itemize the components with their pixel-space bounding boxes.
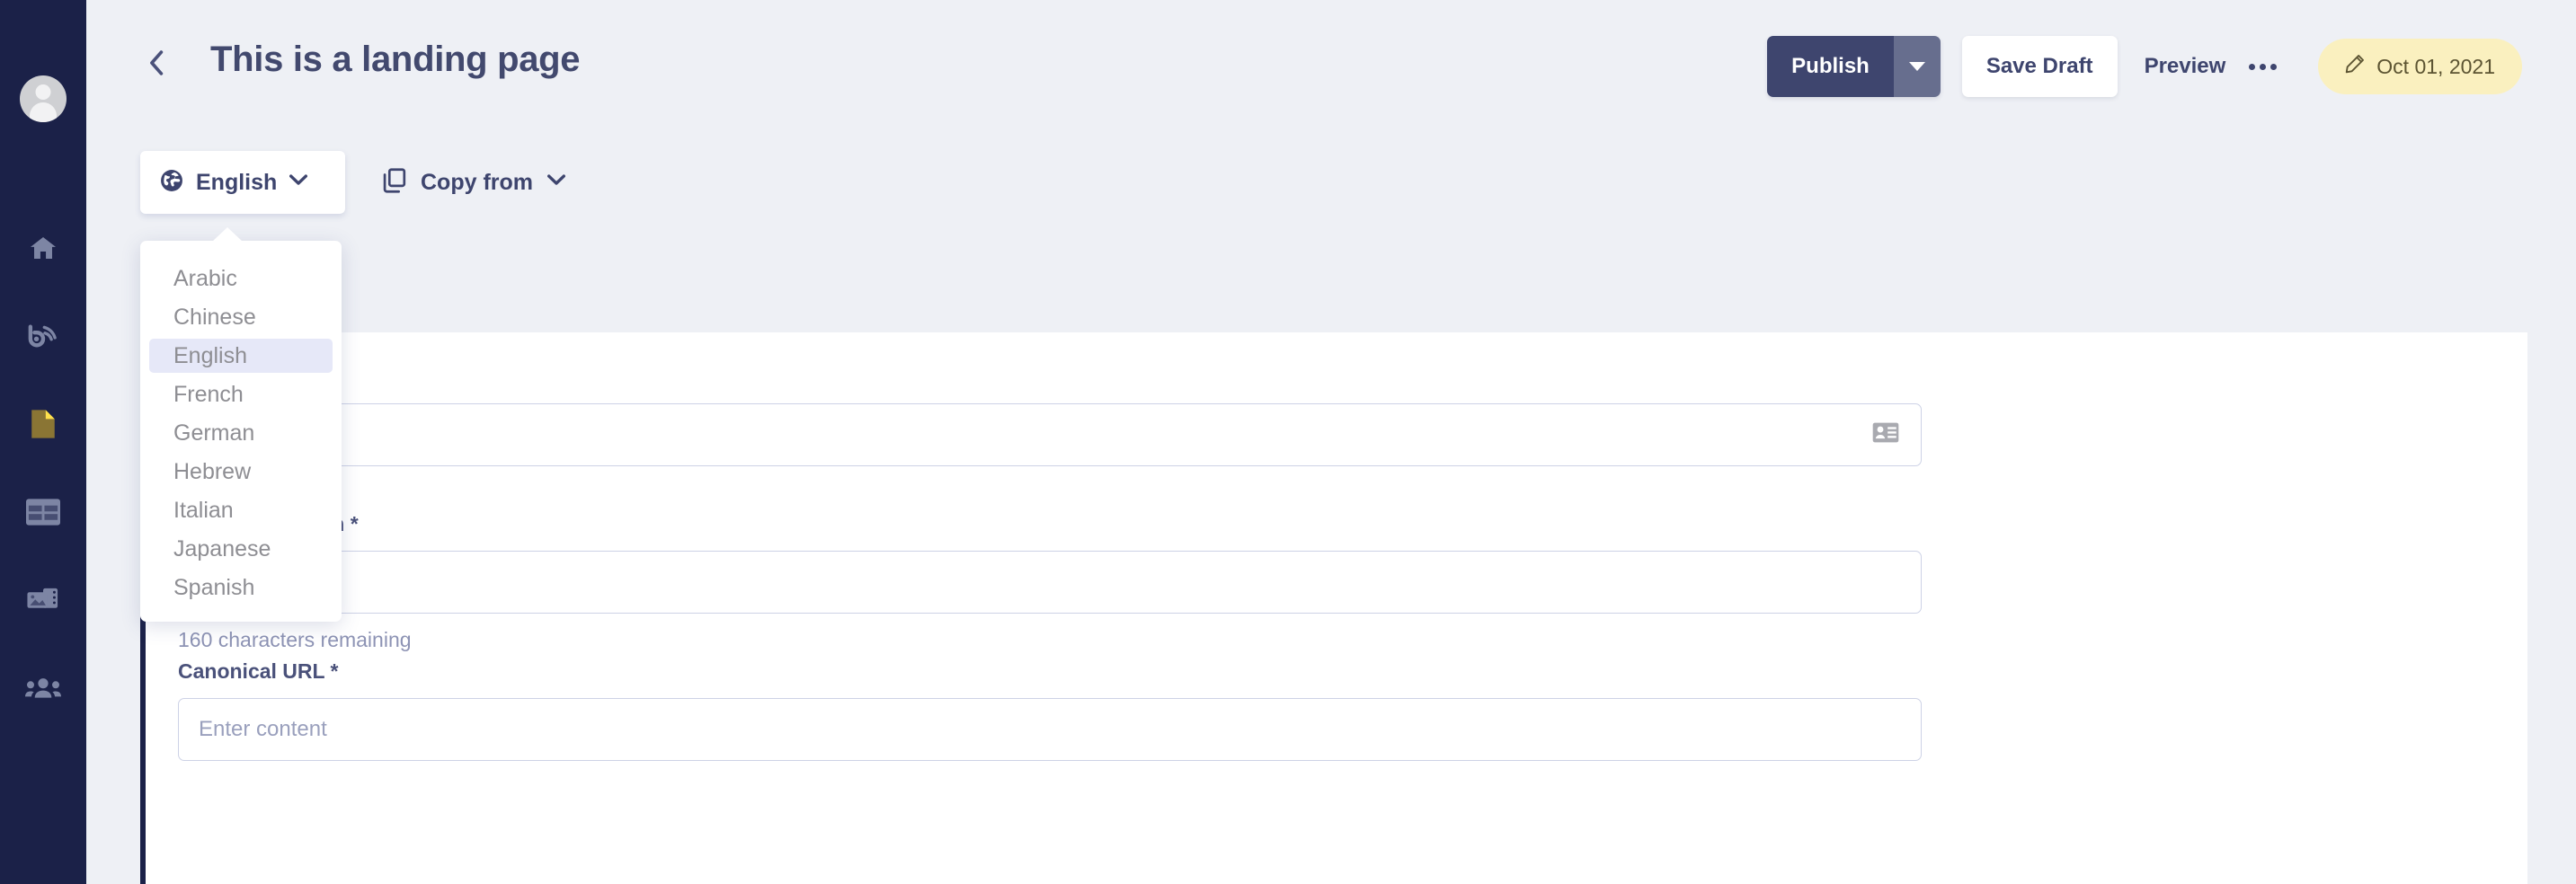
- language-option-german[interactable]: German: [149, 416, 333, 450]
- language-option-japanese[interactable]: Japanese: [149, 532, 333, 566]
- globe-icon: [160, 169, 183, 197]
- publish-date-label: Oct 01, 2021: [2376, 55, 2495, 79]
- sidebar-nav: [20, 228, 67, 708]
- canonical-url-input[interactable]: Enter content: [178, 698, 1922, 761]
- chevron-down-icon: [1909, 62, 1925, 71]
- meta-description-input[interactable]: Enter content: [178, 551, 1922, 614]
- language-option-chinese[interactable]: Chinese: [149, 300, 333, 334]
- sidebar-item-contacts[interactable]: [20, 668, 67, 708]
- copy-from-label: Copy from: [421, 170, 533, 196]
- publish-date-badge[interactable]: Oct 01, 2021: [2318, 39, 2522, 94]
- input-placeholder: Enter content: [199, 717, 327, 742]
- more-options-button[interactable]: [2249, 36, 2277, 97]
- users-group-icon: [25, 676, 61, 700]
- sidebar-item-blog[interactable]: [20, 316, 67, 356]
- language-dropdown-menu: Arabic Chinese English French German Heb…: [140, 241, 342, 622]
- app-root: This is a landing page Publish Save Draf…: [0, 0, 2576, 884]
- chevron-down-icon: [289, 174, 307, 190]
- page-document-icon: [29, 409, 58, 439]
- sidebar-item-tables[interactable]: [20, 492, 67, 532]
- chevron-down-icon: [547, 174, 565, 190]
- language-option-spanish[interactable]: Spanish: [149, 570, 333, 605]
- seo-settings-card: Page Title * Enter content Meta Descript…: [140, 332, 2527, 884]
- form-field-meta-description: Meta Description * Enter content 160 cha…: [178, 512, 1922, 652]
- page-title-input[interactable]: Enter content: [178, 403, 1922, 466]
- personalization-token-icon[interactable]: [1872, 422, 1899, 448]
- pencil-icon: [2345, 54, 2365, 79]
- sidebar: [0, 0, 86, 884]
- sidebar-item-home[interactable]: [20, 228, 67, 268]
- preview-button[interactable]: Preview: [2145, 54, 2226, 79]
- language-option-italian[interactable]: Italian: [149, 493, 333, 527]
- publish-button[interactable]: Publish: [1767, 36, 1894, 97]
- page-title: This is a landing page: [210, 40, 580, 80]
- home-icon: [28, 234, 58, 262]
- table-icon: [26, 499, 60, 526]
- copy-icon: [383, 168, 406, 198]
- page-header: This is a landing page Publish Save Draf…: [86, 0, 2576, 157]
- copy-from-button[interactable]: Copy from: [367, 151, 582, 214]
- publish-button-group[interactable]: Publish: [1767, 36, 1941, 97]
- language-option-english[interactable]: English: [149, 339, 333, 373]
- dot-icon: [2249, 64, 2255, 70]
- sidebar-item-pages[interactable]: [20, 404, 67, 444]
- characters-remaining-text: 160 characters remaining: [178, 628, 1922, 652]
- media-image-icon: [26, 587, 60, 614]
- back-button[interactable]: [143, 49, 170, 76]
- form-field-canonical-url: Canonical URL * Enter content: [178, 659, 1922, 761]
- language-selector-button[interactable]: English: [140, 151, 345, 214]
- header-actions: Publish Save Draft Preview Oct: [1767, 36, 2522, 97]
- language-selector-label: English: [196, 170, 277, 196]
- language-option-french[interactable]: French: [149, 377, 333, 411]
- field-label: Page Title *: [178, 365, 1922, 389]
- sidebar-item-media[interactable]: [20, 580, 67, 620]
- avatar[interactable]: [20, 75, 67, 122]
- field-label: Canonical URL *: [178, 659, 1922, 684]
- blog-rss-icon: [27, 322, 59, 350]
- language-toolbar: English Copy from: [86, 151, 582, 214]
- language-option-hebrew[interactable]: Hebrew: [149, 455, 333, 489]
- dot-icon: [2270, 64, 2277, 70]
- save-draft-button[interactable]: Save Draft: [1962, 36, 2118, 97]
- field-label: Meta Description *: [178, 512, 1922, 536]
- language-option-arabic[interactable]: Arabic: [149, 261, 333, 296]
- form-field-page-title: Page Title * Enter content: [178, 365, 1922, 466]
- dot-icon: [2260, 64, 2266, 70]
- publish-dropdown-toggle[interactable]: [1894, 36, 1941, 97]
